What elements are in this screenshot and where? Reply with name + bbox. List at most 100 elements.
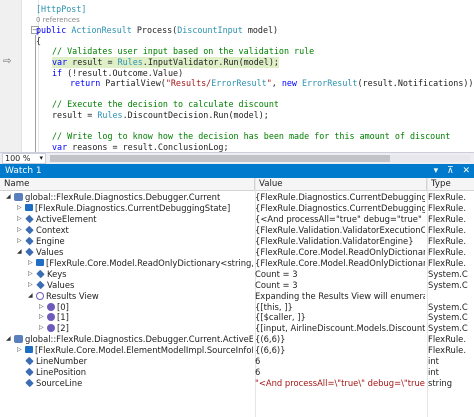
watch-title-bar[interactable]: Watch 1 ▾ ⊼ ✕: [0, 164, 474, 178]
watch-name: SourceLine: [36, 378, 83, 389]
code-line[interactable]: if (!result.Outcome.Value): [52, 68, 183, 79]
watch-value-cell[interactable]: {[input, AirlineDiscount.Models.Discount…: [255, 323, 425, 334]
expand-triangle-icon[interactable]: ▷: [39, 323, 46, 334]
watch-header: Name Value Type: [0, 178, 474, 191]
table-row[interactable]: ▷ Values Count = 3 System.C: [0, 280, 474, 291]
column-header-value[interactable]: Value: [255, 178, 427, 191]
collapse-triangle-icon[interactable]: ◢: [28, 291, 35, 302]
expand-triangle-icon[interactable]: ▷: [17, 236, 24, 247]
table-row[interactable]: ◢ global::FlexRule.Diagnostics.Debugger.C…: [0, 334, 474, 345]
watch-name-cell: SourceLine: [17, 378, 253, 389]
watch-name: global::FlexRule.Diagnostics.Debugger.Cu…: [25, 192, 221, 202]
column-header-name[interactable]: Name: [0, 178, 255, 191]
code-line[interactable]: // Write log to know how the decision ha…: [52, 131, 450, 142]
object-icon: [47, 324, 55, 333]
table-row[interactable]: ▷ Context {FlexRule.Validation.ValidatorEx…: [0, 225, 474, 236]
code-line[interactable]: [HttpPost]: [36, 4, 86, 15]
scrollbar-thumb[interactable]: [50, 155, 390, 162]
table-row[interactable]: ▷ [FlexRule.Core.Model.ElementModelImpl.S…: [0, 345, 474, 356]
code-line[interactable]: var reasons = result.ConclusionLog;: [52, 142, 229, 152]
watch-value-cell[interactable]: {FlexRule.Diagnostics.CurrentDebuggingSt…: [255, 203, 425, 214]
watch-value-cell[interactable]: Count = 3: [255, 280, 425, 291]
watch-name: LineNumber: [36, 356, 88, 367]
watch-window: Watch 1 ▾ ⊼ ✕ Name Value Type ◢ global::F…: [0, 164, 474, 417]
watch-name: Results View: [46, 290, 99, 301]
watch-value-cell[interactable]: {FlexRule.Core.Model.ReadOnlyDictionary<…: [255, 258, 425, 269]
watch-value-cell[interactable]: {<And processAll="true" debug="true" >}: [255, 214, 425, 225]
chevron-down-icon: ▾: [39, 154, 43, 162]
watch-value-cell[interactable]: Count = 3: [255, 269, 425, 280]
code-line[interactable]: // Execute the decision to calculate dis…: [52, 99, 279, 110]
collapse-triangle-icon[interactable]: ◢: [17, 247, 24, 258]
code-editor[interactable]: ⇨ − [HttpPost] 0 references public ActionR…: [0, 0, 474, 152]
watch-value-cell[interactable]: {(6,6)}: [255, 345, 425, 356]
expand-triangle-icon[interactable]: ▷: [17, 203, 24, 214]
watch-value-cell[interactable]: "<And processAll=\"true\" debug=\"true\"…: [255, 378, 425, 389]
watch-name: ActiveElement: [36, 213, 97, 224]
dropdown-icon[interactable]: ▾: [434, 166, 439, 176]
table-row[interactable]: ▷ [2] {[input, AirlineDiscount.Models.Disc…: [0, 323, 474, 334]
code-line[interactable]: // Validates user input based on the val…: [52, 46, 314, 57]
pin-icon[interactable]: ⊼: [447, 166, 454, 176]
expand-triangle-icon[interactable]: ▷: [28, 258, 35, 269]
expand-triangle-icon[interactable]: ▷: [28, 280, 35, 291]
expand-triangle-icon[interactable]: ▷: [17, 345, 24, 356]
table-row[interactable]: ▷ [1] {[$caller, ]} System.C: [0, 312, 474, 323]
expand-triangle-icon[interactable]: ▷: [17, 214, 24, 225]
watch-name-cell: ◢ Results View: [28, 291, 253, 302]
watch-value-cell[interactable]: {FlexRule.Core.Model.ReadOnlyDictionary<…: [255, 247, 425, 258]
table-row[interactable]: ◢ global::FlexRule.Diagnostics.Debugger.C…: [0, 192, 474, 203]
code-line[interactable]: return PartialView("Results/ErrorResult"…: [70, 78, 474, 89]
watch-value-cell[interactable]: 6: [255, 356, 425, 367]
collapse-triangle-icon[interactable]: ◢: [6, 334, 13, 345]
watch-value-cell[interactable]: {FlexRule.Validation.ValidatorEngine}: [255, 236, 425, 247]
close-icon[interactable]: ✕: [462, 166, 470, 176]
global-watch-icon: [14, 193, 23, 201]
property-icon: [25, 225, 34, 235]
watch-value-cell[interactable]: {FlexRule.Validation.ValidatorExecutionC…: [255, 225, 425, 236]
code-line[interactable]: public ActionResult Process(DiscountInpu…: [36, 25, 278, 36]
code-line[interactable]: var result = Rules.InputValidator.Run(mo…: [52, 57, 279, 68]
table-row[interactable]: ◢ Values {FlexRule.Core.Model.ReadOnlyDict…: [0, 247, 474, 258]
table-row[interactable]: ▷ ActiveElement {<And processAll="true" de…: [0, 214, 474, 225]
table-row[interactable]: ▷ Keys Count = 3 System.C: [0, 269, 474, 280]
breakpoint-gutter[interactable]: [0, 0, 22, 152]
watch-value-cell[interactable]: {[this, ]}: [255, 302, 425, 313]
table-row[interactable]: LinePosition 6 int: [0, 367, 474, 378]
field-icon: [25, 346, 33, 354]
expand-triangle-icon[interactable]: ▷: [39, 302, 46, 313]
watch-type-cell: string: [428, 378, 453, 389]
table-row[interactable]: ◢ Results View Expanding the Results View …: [0, 291, 474, 302]
watch-type-cell: System.C: [428, 312, 468, 323]
table-row[interactable]: SourceLine "<And processAll=\"true\" debu…: [0, 378, 474, 389]
watch-value-cell[interactable]: {(6,6)}: [255, 334, 425, 345]
code-line[interactable]: {: [36, 36, 41, 47]
table-row[interactable]: ▷ [FlexRule.Core.Model.ReadOnlyDictionary…: [0, 258, 474, 269]
object-icon: [47, 302, 55, 311]
horizontal-scrollbar[interactable]: [50, 155, 470, 162]
watch-value-cell[interactable]: Expanding the Results View will enumerat…: [255, 291, 425, 302]
code-line[interactable]: 0 references: [36, 15, 80, 26]
watch-type-cell: FlexRule.: [428, 345, 466, 356]
watch-type-cell: FlexRule.: [428, 246, 466, 257]
zoom-combo[interactable]: 100 % ▾: [2, 153, 46, 164]
expand-triangle-icon[interactable]: ▷: [17, 225, 24, 236]
watch-name: [FlexRule.Diagnostics.CurrentDebuggingSt…: [35, 202, 231, 213]
table-row[interactable]: ▷ [FlexRule.Diagnostics.CurrentDebuggingS…: [0, 203, 474, 214]
table-row[interactable]: ▷ Engine {FlexRule.Validation.ValidatorEng…: [0, 236, 474, 247]
collapse-triangle-icon[interactable]: ◢: [6, 192, 13, 203]
expand-triangle-icon[interactable]: ▷: [39, 312, 46, 323]
code-line[interactable]: result = Rules.DiscountDecision.Run(mode…: [52, 110, 269, 121]
watch-name-cell: ▷ [1]: [39, 312, 253, 323]
watch-value-cell[interactable]: 6: [255, 367, 425, 378]
watch-value-cell[interactable]: {[$caller, ]}: [255, 312, 425, 323]
expand-triangle-icon[interactable]: ▷: [28, 269, 35, 280]
column-header-type[interactable]: Type: [427, 178, 474, 191]
watch-type-cell: FlexRule.: [428, 202, 466, 213]
property-icon: [36, 269, 45, 278]
watch-name: [1]: [57, 312, 69, 323]
table-row[interactable]: LineNumber 6 int: [0, 356, 474, 367]
editor-status-strip: 100 % ▾: [0, 152, 474, 164]
table-row[interactable]: ▷ [0] {[this, ]} System.C: [0, 302, 474, 313]
watch-value-cell[interactable]: {FlexRule.Diagnostics.CurrentDebuggingSt…: [255, 192, 425, 203]
